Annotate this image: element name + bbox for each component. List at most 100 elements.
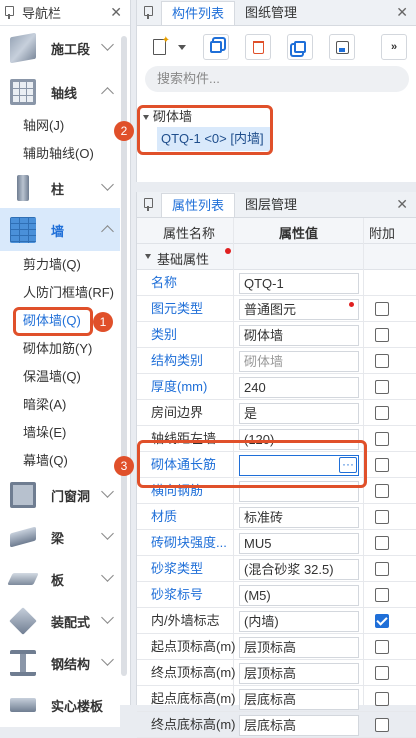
nav-category-column[interactable]: 柱 <box>0 166 120 210</box>
collapse-triangle-icon[interactable] <box>145 254 151 259</box>
property-value-field[interactable]: 普通图元 <box>239 299 359 320</box>
property-row[interactable]: 内/外墙标志 (内墙) <box>137 608 416 634</box>
nav-item-auxiliary-axis[interactable]: 辅助轴线(O) <box>0 140 120 168</box>
property-name: 类别 <box>151 327 178 342</box>
nav-item-insulation-wall[interactable]: 保温墙(Q) <box>0 363 120 391</box>
property-value-field[interactable]: MU5 <box>239 533 359 554</box>
property-value-field[interactable]: 240 <box>239 377 359 398</box>
highlight-box-masonry-wall <box>13 307 93 336</box>
extra-checkbox[interactable] <box>375 536 389 550</box>
nav-item-civil-defense-door-wall[interactable]: 人防门框墙(RF) <box>0 279 120 307</box>
chevron-down-icon[interactable] <box>101 178 114 191</box>
highlight-box-reinforcement <box>137 440 367 488</box>
nav-item-wall-pier[interactable]: 墙垛(E) <box>0 419 120 447</box>
extra-checkbox[interactable] <box>375 302 389 316</box>
property-row[interactable]: 厚度(mm) 240 <box>137 374 416 400</box>
property-value-field[interactable]: (M5) <box>239 585 359 606</box>
extra-checkbox[interactable] <box>375 614 389 628</box>
chevron-down-icon[interactable] <box>101 611 114 624</box>
tab-layer-management[interactable]: 图层管理 <box>235 193 307 217</box>
property-value-field[interactable]: 层顶标高 <box>239 637 359 658</box>
chevron-down-icon[interactable] <box>101 485 114 498</box>
property-row[interactable]: 房间边界 是 <box>137 400 416 426</box>
chevron-up-icon[interactable] <box>101 87 114 100</box>
property-row[interactable]: 名称 QTQ-1 <box>137 270 416 296</box>
nav-item-grid[interactable]: 轴网(J) <box>0 112 120 140</box>
chevron-up-icon[interactable] <box>101 225 114 238</box>
property-value-field[interactable]: 砌体墙 <box>239 325 359 346</box>
property-row[interactable]: 砖砌块强度... MU5 <box>137 530 416 556</box>
extra-checkbox[interactable] <box>375 406 389 420</box>
nav-category-slab[interactable]: 板 <box>0 557 120 601</box>
construction-section-icon <box>10 32 36 64</box>
property-name: 名称 <box>151 275 178 290</box>
pin-icon[interactable] <box>4 6 14 19</box>
property-value-field[interactable]: (内墙) <box>239 611 359 632</box>
extra-checkbox[interactable] <box>375 380 389 394</box>
nav-category-solid-slab[interactable]: 实心楼板 <box>0 683 120 727</box>
extra-checkbox[interactable] <box>375 458 389 472</box>
copy-component-button[interactable] <box>203 34 229 60</box>
extra-checkbox[interactable] <box>375 562 389 576</box>
property-group-basic[interactable]: 基础属性 <box>137 244 416 270</box>
extra-checkbox[interactable] <box>375 666 389 680</box>
delete-component-button[interactable] <box>245 34 271 60</box>
property-row[interactable]: 材质 标准砖 <box>137 504 416 530</box>
close-icon[interactable]: ✕ <box>396 4 408 21</box>
tab-component-list[interactable]: 构件列表 <box>161 1 236 25</box>
extra-checkbox[interactable] <box>375 510 389 524</box>
property-value-field[interactable]: 砌体墙 <box>239 351 359 372</box>
extra-checkbox[interactable] <box>375 354 389 368</box>
property-value-field[interactable]: 层底标高 <box>239 715 359 736</box>
close-icon[interactable]: ✕ <box>110 4 122 21</box>
nav-category-wall[interactable]: 墙 <box>0 208 120 252</box>
property-value-field[interactable]: 层底标高 <box>239 689 359 710</box>
property-row[interactable]: 类别 砌体墙 <box>137 322 416 348</box>
extra-checkbox[interactable] <box>375 692 389 706</box>
chevron-down-icon[interactable] <box>101 569 114 582</box>
property-value-field[interactable]: QTQ-1 <box>239 273 359 294</box>
chevron-down-icon[interactable] <box>101 527 114 540</box>
expand-toolbar-button[interactable]: » <box>381 34 407 60</box>
property-row[interactable]: 起点底标高(m) 层底标高 <box>137 686 416 712</box>
property-row[interactable]: 砂浆标号 (M5) <box>137 582 416 608</box>
property-row[interactable]: 图元类型 普通图元 <box>137 296 416 322</box>
extra-checkbox[interactable] <box>375 328 389 342</box>
nav-category-door-window-opening[interactable]: 门窗洞 <box>0 473 120 517</box>
nav-category-construction-section[interactable]: 施工段 <box>0 26 120 70</box>
save-component-button[interactable] <box>329 34 355 60</box>
dropdown-arrow-icon[interactable] <box>178 44 186 50</box>
nav-item-hidden-beam[interactable]: 暗梁(A) <box>0 391 120 419</box>
property-row[interactable]: 结构类别 砌体墙 <box>137 348 416 374</box>
close-icon[interactable]: ✕ <box>396 196 408 213</box>
property-value-field[interactable]: 层顶标高 <box>239 663 359 684</box>
chevron-down-icon[interactable] <box>101 38 114 51</box>
layer-copy-button[interactable] <box>287 34 313 60</box>
nav-item-shear-wall[interactable]: 剪力墙(Q) <box>0 251 120 279</box>
nav-item-masonry-reinforcement[interactable]: 砌体加筋(Y) <box>0 335 120 363</box>
property-row[interactable]: 起点顶标高(m) 层顶标高 <box>137 634 416 660</box>
new-component-button[interactable]: ✦ <box>147 34 189 60</box>
chevron-down-icon[interactable] <box>101 653 114 666</box>
nav-category-axis[interactable]: 轴线 <box>0 70 120 114</box>
component-search-input[interactable]: 搜索构件... <box>145 66 409 92</box>
property-value-field[interactable]: 是 <box>239 403 359 424</box>
extra-checkbox[interactable] <box>375 640 389 654</box>
property-value-field[interactable]: (混合砂浆 32.5) <box>239 559 359 580</box>
extra-checkbox[interactable] <box>375 718 389 732</box>
extra-checkbox[interactable] <box>375 432 389 446</box>
nav-category-beam[interactable]: 梁 <box>0 515 120 559</box>
pin-icon[interactable] <box>143 6 153 19</box>
nav-category-steel-structure[interactable]: 钢结构 <box>0 641 120 685</box>
property-value-field[interactable]: 标准砖 <box>239 507 359 528</box>
tab-drawing-management[interactable]: 图纸管理 <box>235 1 307 25</box>
nav-category-prefab[interactable]: 装配式 <box>0 599 120 643</box>
pin-icon[interactable] <box>143 198 153 211</box>
tab-property-list[interactable]: 属性列表 <box>161 193 236 217</box>
property-row[interactable]: 砂浆类型 (混合砂浆 32.5) <box>137 556 416 582</box>
extra-checkbox[interactable] <box>375 588 389 602</box>
extra-checkbox[interactable] <box>375 484 389 498</box>
nav-item-curtain-wall[interactable]: 幕墙(Q) <box>0 447 120 475</box>
property-row[interactable]: 终点底标高(m) 层底标高 <box>137 712 416 738</box>
property-row[interactable]: 终点顶标高(m) 层顶标高 <box>137 660 416 686</box>
